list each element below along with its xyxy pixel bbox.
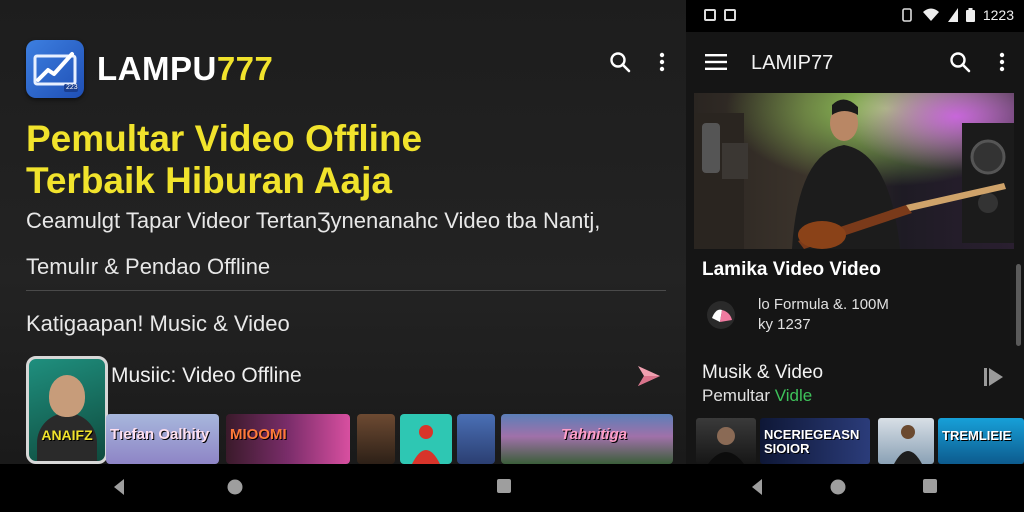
featured-phone-thumbnail[interactable]: ANAIFZ xyxy=(26,356,108,464)
menu-icon xyxy=(705,54,727,70)
app-bar-title: LAMIP77 xyxy=(751,52,834,74)
headline-line-2: Terbaik Hiburan Aaja xyxy=(26,160,392,201)
more-vert-icon xyxy=(659,52,665,72)
logo-badge: 223 xyxy=(66,84,78,91)
thumbnail-caption: MIOOMI xyxy=(230,426,287,443)
recents-icon[interactable] xyxy=(922,478,938,494)
vibrate-icon xyxy=(902,8,912,22)
divider xyxy=(26,290,666,291)
play-icon xyxy=(984,368,1003,386)
search-icon xyxy=(610,52,631,73)
person-thumbnail-icon xyxy=(708,427,744,464)
guitarist-image xyxy=(694,93,1014,249)
home-icon[interactable] xyxy=(226,478,244,496)
search-button[interactable] xyxy=(946,48,974,76)
send-icon xyxy=(638,366,660,386)
back-icon[interactable] xyxy=(750,478,764,496)
thumbnail-person-face xyxy=(49,375,85,417)
featured-video-player[interactable] xyxy=(694,93,1014,249)
system-navigation-bar xyxy=(0,464,1024,512)
thumbnail-caption: Tahnitiga xyxy=(561,426,628,443)
section-subtitle: Pemultar Vidle xyxy=(702,386,812,406)
video-thumbnail-r3[interactable] xyxy=(878,418,934,464)
battery-icon xyxy=(965,8,975,22)
status-bar: 1223 xyxy=(686,0,1024,32)
signal-icon xyxy=(947,8,958,22)
video-thumbnail-r2[interactable]: NCERIEGEASN SIOIOR xyxy=(760,418,870,464)
headline: Pemultar Video Offline Terbaik Hiburan A… xyxy=(26,118,422,202)
video-title: Lamika Video Video xyxy=(702,259,881,280)
scrollbar[interactable] xyxy=(1016,264,1021,346)
person-thumbnail-icon xyxy=(894,425,922,464)
video-thumbnail-r4[interactable]: TREMLIEIE xyxy=(938,418,1024,464)
app-name-accent: 777 xyxy=(216,50,274,87)
more-options-button[interactable] xyxy=(648,48,676,76)
wifi-icon xyxy=(922,8,939,21)
description-line-2: Temulır & Pendao Offline xyxy=(26,254,271,279)
recents-icon[interactable] xyxy=(496,478,512,494)
play-section-button[interactable] xyxy=(984,366,1004,393)
notification-icon xyxy=(704,9,716,21)
channel-logo-icon xyxy=(707,301,735,329)
app-logo[interactable]: 223 xyxy=(26,40,84,98)
video-thumbnail-4[interactable] xyxy=(400,414,452,464)
status-right: 1223 xyxy=(900,7,1014,23)
video-thumbnail-5[interactable] xyxy=(457,414,495,464)
section-title: Musik & Video xyxy=(702,362,824,383)
share-button[interactable] xyxy=(636,364,662,393)
menu-button[interactable] xyxy=(702,48,730,76)
thumbnail-label: ANAIFZ xyxy=(41,427,93,443)
video-thumbnail-r1[interactable] xyxy=(696,418,756,464)
search-button[interactable] xyxy=(606,48,634,76)
headline-line-1: Pemultar Video Offline xyxy=(26,118,423,159)
app-name-main: LAMPU xyxy=(97,50,217,87)
thumbnail-caption: Tıefan Oalhity xyxy=(110,426,210,443)
back-icon[interactable] xyxy=(112,478,126,496)
status-notifications xyxy=(704,9,736,21)
video-meta-line-2: ky 1237 xyxy=(758,316,811,333)
video-thumbnail-6[interactable]: Tahnitiga xyxy=(501,414,673,464)
thumbnail-caption: TREMLIEIE xyxy=(942,428,1012,443)
notification-icon xyxy=(724,9,736,21)
more-vert-icon xyxy=(999,52,1005,72)
thumbnail-caption: NCERIEGEASN SIOIOR xyxy=(764,428,860,456)
clock: 1223 xyxy=(982,7,1014,23)
video-thumbnail-2[interactable]: MIOOMI xyxy=(226,414,350,464)
right-panel: 1223 LAMIP77 Lamika Video Video lo Formu… xyxy=(686,0,1024,464)
category-label: Katigaapan! Music & Video xyxy=(26,311,290,336)
video-thumbnail-3[interactable] xyxy=(357,414,395,464)
description-line-1: Ceamulgt Tapar Videor TertanƷynenanahc V… xyxy=(26,208,601,233)
left-panel: 223 LAMPU777 Pemultar Video Offline Terb… xyxy=(0,0,686,464)
section-subtitle-prefix: Pemultar xyxy=(702,386,775,405)
home-icon[interactable] xyxy=(829,478,847,496)
search-icon xyxy=(950,52,971,73)
video-thumbnail-1[interactable]: Tıefan Oalhity xyxy=(106,414,219,464)
row-title: Musiic: Video Offline xyxy=(111,364,302,387)
more-options-button[interactable] xyxy=(988,48,1016,76)
person-silhouette-icon xyxy=(412,425,440,464)
app-name: LAMPU777 xyxy=(97,50,273,88)
video-meta-line-1: lo Formula &. 100M xyxy=(758,296,889,313)
section-subtitle-highlight: Vidle xyxy=(774,386,813,405)
